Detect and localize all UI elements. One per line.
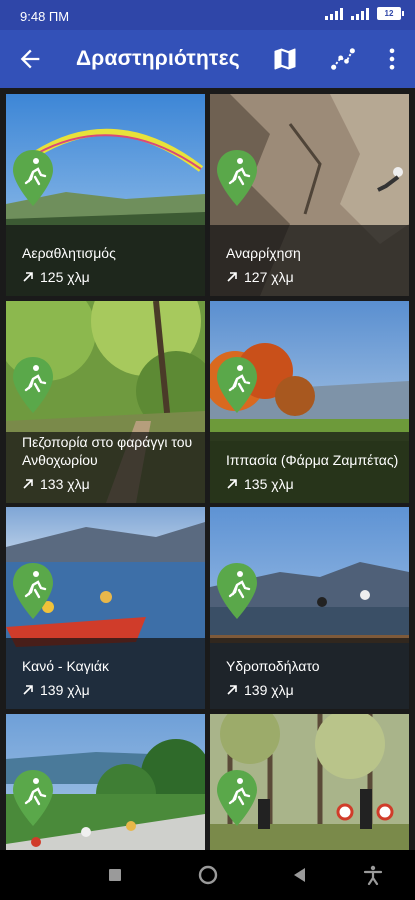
route-icon[interactable] [329, 45, 357, 73]
activity-distance-value: 125 χλμ [40, 269, 90, 285]
recents-icon[interactable] [104, 864, 126, 886]
hiking-pin-icon [217, 150, 257, 206]
home-icon[interactable] [197, 864, 219, 886]
activities-grid: Αεραθλητισμός 125 χλμ Αναρρίχηση 127 χλμ [0, 88, 415, 850]
status-icons: 12 [325, 7, 404, 20]
app-bar: Δραστηριότητες [0, 30, 415, 88]
hiking-pin-icon [217, 357, 257, 413]
accessibility-icon[interactable] [362, 864, 384, 886]
hiking-pin-icon [13, 563, 53, 619]
activity-distance-value: 127 χλμ [244, 269, 294, 285]
status-time: 9:48 ΠΜ [20, 9, 70, 24]
activity-distance-value: 133 χλμ [40, 476, 90, 492]
activity-card-horse-riding[interactable]: Ιππασία (Φάρμα Ζαμπέτας) 135 χλμ [210, 301, 409, 503]
system-nav-bar [0, 850, 415, 900]
activity-title: Ιππασία (Φάρμα Ζαμπέτας) [226, 452, 399, 468]
hiking-pin-icon [13, 357, 53, 413]
arrow-up-right-icon [23, 685, 33, 695]
cell-signal-icon [351, 7, 371, 20]
status-bar: 9:48 ΠΜ 12 [0, 0, 415, 30]
activity-card-canoe-kayak[interactable]: Κανό - Καγιάκ 139 χλμ [6, 507, 205, 709]
battery-icon: 12 [377, 7, 404, 20]
activity-card-paragliding[interactable]: Αεραθλητισμός 125 χλμ [6, 94, 205, 296]
activity-title: Υδροποδήλατο [226, 658, 320, 674]
activity-distance: 125 χλμ [22, 269, 90, 285]
activity-distance-value: 135 χλμ [244, 476, 294, 492]
activity-distance: 133 χλμ [22, 476, 90, 492]
activity-card-water-bike[interactable]: Υδροποδήλατο 139 χλμ [210, 507, 409, 709]
activity-title: Κανό - Καγιάκ [22, 658, 109, 674]
activity-title: Αεραθλητισμός [22, 245, 116, 261]
activity-card-gorge-hiking[interactable]: Πεζοπορία στο φαράγγι του Ανθοχωρίου 133… [6, 301, 205, 503]
network-signal-icon [325, 7, 345, 20]
activity-distance: 135 χλμ [226, 476, 294, 492]
activity-distance-value: 139 χλμ [244, 682, 294, 698]
activity-distance: 127 χλμ [226, 269, 294, 285]
activity-card-climbing[interactable]: Αναρρίχηση 127 χλμ [210, 94, 409, 296]
arrow-up-right-icon [23, 479, 33, 489]
hiking-pin-icon [13, 150, 53, 206]
activity-distance-value: 139 χλμ [40, 682, 90, 698]
hiking-pin-icon [217, 563, 257, 619]
arrow-left-icon[interactable] [16, 45, 44, 73]
hiking-pin-icon [13, 770, 53, 826]
back-icon[interactable] [289, 864, 311, 886]
activity-distance: 139 χλμ [22, 682, 90, 698]
activity-card-cycling[interactable] [6, 714, 205, 850]
arrow-up-right-icon [23, 272, 33, 282]
arrow-up-right-icon [227, 479, 237, 489]
activity-card-archery[interactable] [210, 714, 409, 850]
activity-distance: 139 χλμ [226, 682, 294, 698]
page-title: Δραστηριότητες [76, 47, 240, 70]
arrow-up-right-icon [227, 272, 237, 282]
map-icon[interactable] [271, 45, 299, 73]
activity-title: Πεζοπορία στο φαράγγι του Ανθοχωρίου [22, 434, 193, 468]
activity-title: Αναρρίχηση [226, 245, 301, 261]
more-vert-icon[interactable] [378, 45, 406, 73]
hiking-pin-icon [217, 770, 257, 826]
arrow-up-right-icon [227, 685, 237, 695]
